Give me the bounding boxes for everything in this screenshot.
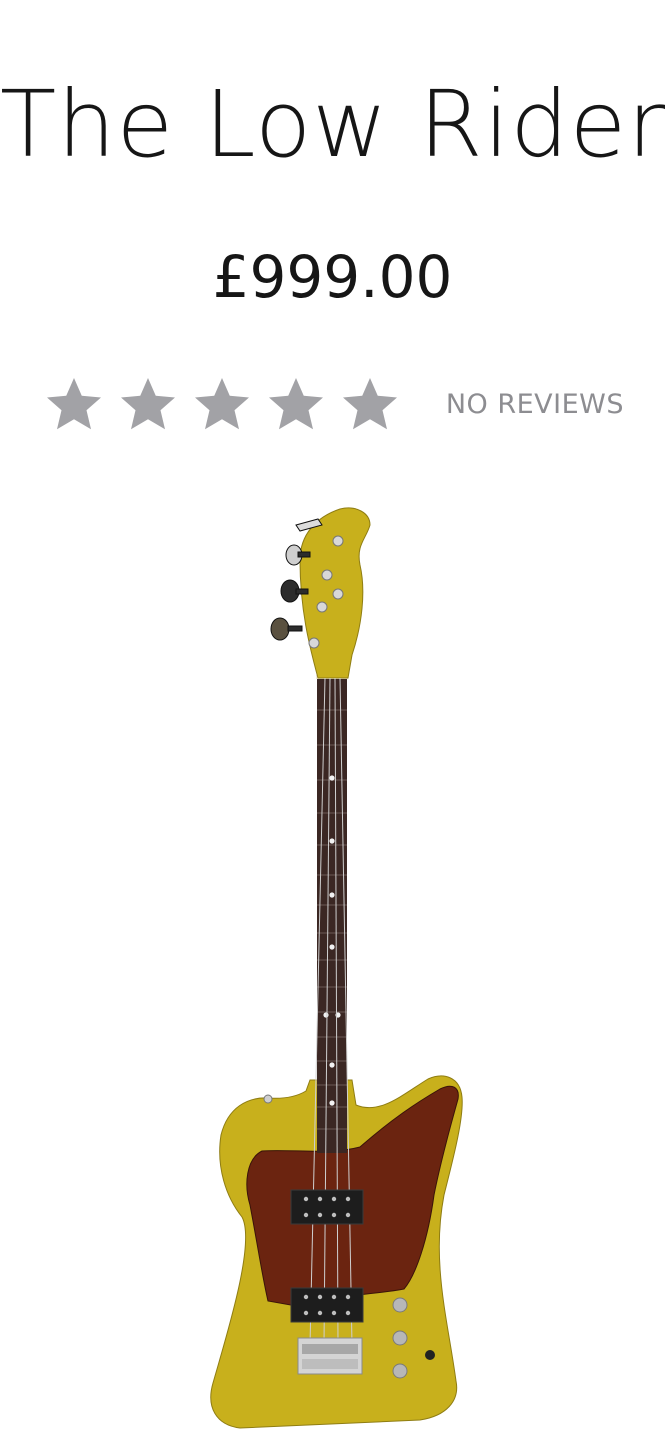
star-rating[interactable] bbox=[44, 374, 414, 434]
product-price: £999.00 bbox=[212, 243, 453, 311]
neck bbox=[317, 675, 347, 1153]
pickup-bridge bbox=[290, 1287, 364, 1323]
star-icon[interactable] bbox=[192, 374, 252, 434]
output-jack bbox=[425, 1350, 435, 1360]
no-reviews-link[interactable]: NO REVIEWS bbox=[446, 388, 624, 422]
bridge bbox=[297, 1337, 363, 1375]
star-icon[interactable] bbox=[340, 374, 400, 434]
strap-button bbox=[263, 1094, 273, 1104]
product-image[interactable] bbox=[0, 495, 665, 1443]
product-rating: NO REVIEWS bbox=[44, 372, 634, 438]
star-icon[interactable] bbox=[44, 374, 104, 434]
star-icon[interactable] bbox=[266, 374, 326, 434]
pickup-neck bbox=[290, 1189, 364, 1225]
star-icon[interactable] bbox=[118, 374, 178, 434]
product-title: The Low Rider bbox=[0, 71, 665, 178]
control-knobs bbox=[392, 1297, 408, 1379]
